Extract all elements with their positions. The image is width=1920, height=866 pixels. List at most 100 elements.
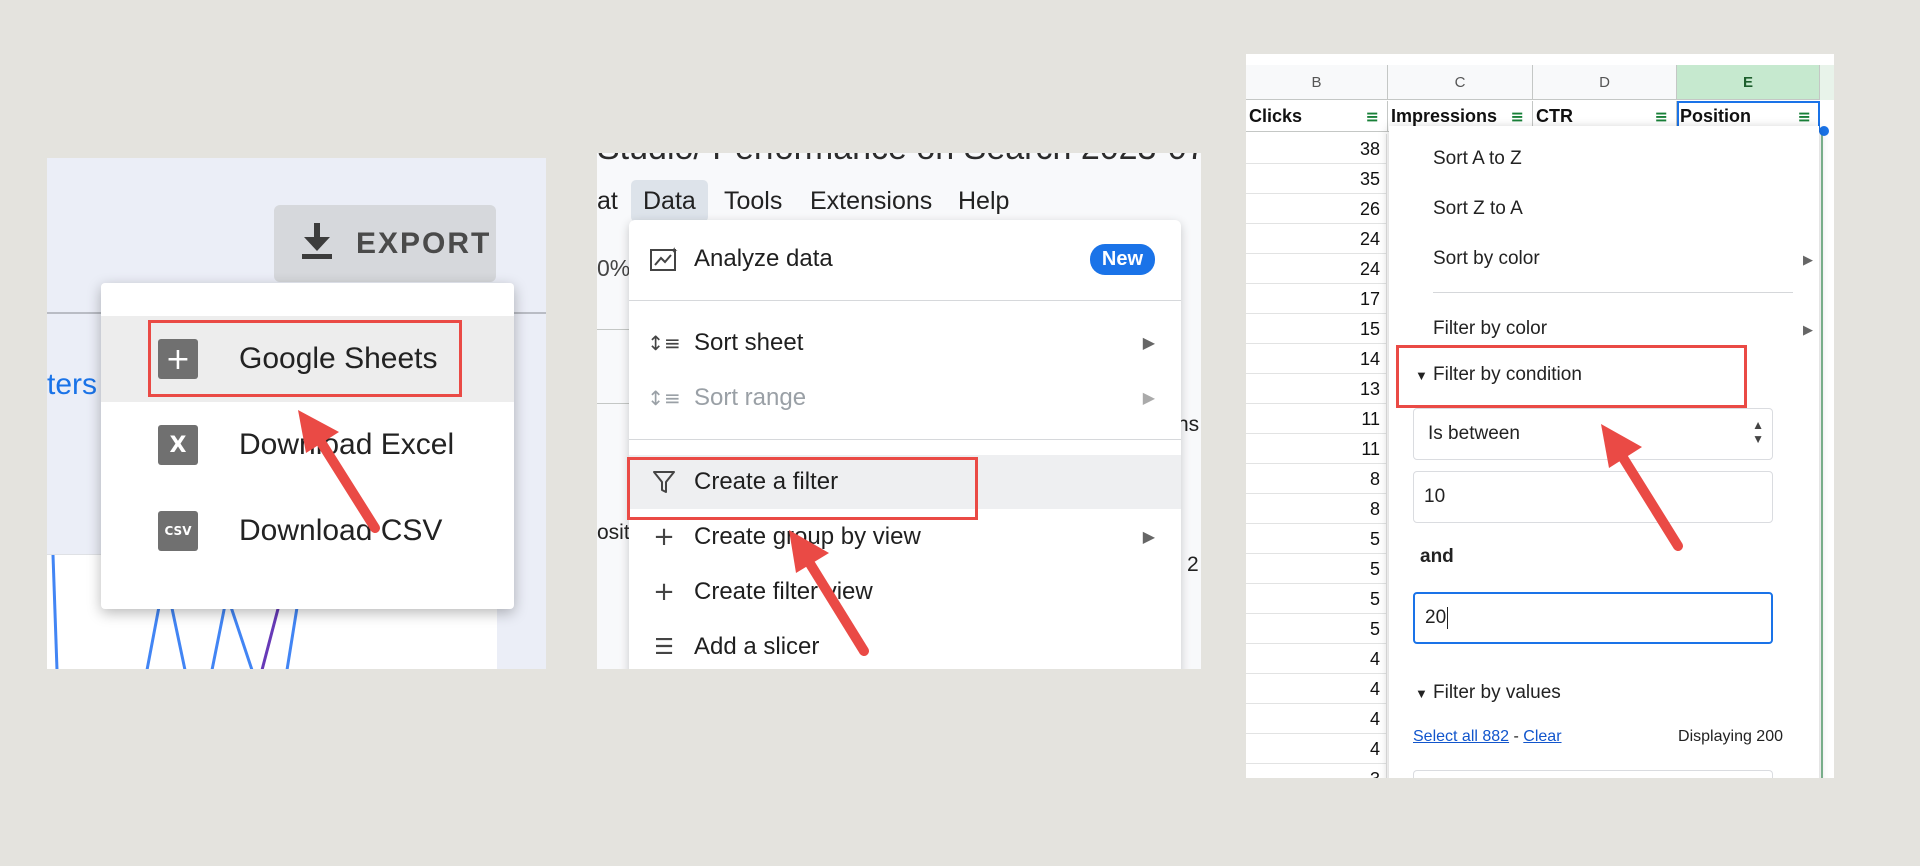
menubar-help[interactable]: Help — [958, 180, 1009, 222]
zoom-level[interactable]: 0% — [597, 255, 630, 282]
table-cell-clicks[interactable]: 24 — [1246, 254, 1387, 284]
filter-menu: Sort A to Z Sort Z to A Sort by color ▶ … — [1389, 126, 1819, 778]
export-menu: + Google Sheets X Download Excel CSV Dow… — [101, 283, 514, 609]
menu-item-label: Add a slicer — [694, 633, 820, 660]
menu-item-label: Download CSV — [239, 514, 443, 547]
table-cell-clicks[interactable]: 4 — [1246, 674, 1387, 704]
menubar-tools[interactable]: Tools — [724, 180, 782, 222]
menu-item-label: Sort sheet — [694, 329, 804, 356]
table-cell-clicks[interactable]: 11 — [1246, 434, 1387, 464]
filter-icon[interactable]: ≡ — [1366, 101, 1379, 132]
condition-select[interactable]: Is between ▲ ▼ — [1413, 408, 1773, 460]
download-icon — [300, 223, 334, 264]
google-sheets-icon: + — [158, 339, 198, 379]
header-filler — [1820, 65, 1834, 100]
table-cell-clicks[interactable]: 3 — [1246, 764, 1387, 778]
table-cell-clicks[interactable]: 26 — [1246, 194, 1387, 224]
menu-item-google-sheets[interactable]: + Google Sheets — [101, 316, 514, 402]
field-label: Clicks — [1249, 106, 1303, 126]
new-badge: New — [1089, 243, 1155, 275]
partial-cell-text: osit — [597, 521, 630, 544]
column-header-d[interactable]: D — [1533, 65, 1677, 100]
field-header-clicks[interactable]: Clicks ≡ — [1246, 101, 1388, 132]
table-cell-clicks[interactable]: 17 — [1246, 284, 1387, 314]
column-header-e[interactable]: E — [1677, 65, 1820, 100]
menubar-format[interactable]: at — [597, 180, 618, 222]
table-cell-clicks[interactable]: 38 — [1246, 134, 1387, 164]
sort-icon: ↕≡ — [647, 386, 681, 410]
field-label: CTR — [1536, 106, 1573, 126]
menu-item-label: Filter by color — [1433, 318, 1548, 339]
data-dropdown-menu: ✦ Analyze data New ↕≡ Sort sheet ▶ ↕≡ So… — [629, 220, 1181, 669]
selection-border — [1821, 134, 1823, 778]
sort-a-to-z[interactable]: Sort A to Z — [1433, 148, 1522, 170]
table-cell-clicks[interactable]: 14 — [1246, 344, 1387, 374]
export-button[interactable]: EXPORT — [274, 205, 496, 282]
csv-icon: CSV — [158, 511, 198, 551]
menu-item-download-excel[interactable]: X Download Excel — [101, 402, 514, 488]
selection-handle[interactable] — [1819, 126, 1829, 136]
column-header-c[interactable]: C — [1388, 65, 1533, 100]
partial-cell-text: 2 — [1187, 553, 1199, 576]
menu-item-sort-range: ↕≡ Sort range ▶ — [629, 371, 1181, 425]
table-cell-clicks[interactable]: 8 — [1246, 494, 1387, 524]
menu-item-create-group-by-view[interactable]: + Create group by view ▶ — [629, 510, 1181, 564]
table-cell-clicks[interactable]: 5 — [1246, 584, 1387, 614]
partial-link-text: ters — [47, 368, 98, 401]
filter-by-color[interactable]: Filter by color ▶ — [1433, 318, 1813, 340]
collapse-triangle-icon[interactable]: ▼ — [1415, 368, 1428, 383]
table-cell-clicks[interactable]: 4 — [1246, 734, 1387, 764]
table-cell-clicks[interactable]: 4 — [1246, 644, 1387, 674]
table-cell-clicks[interactable]: 5 — [1246, 554, 1387, 584]
menubar-data[interactable]: Data — [631, 180, 708, 222]
value-input-2[interactable]: 20 — [1413, 592, 1773, 644]
field-label: Position — [1680, 106, 1751, 126]
grid-line — [597, 329, 631, 330]
menu-item-create-filter[interactable]: Create a filter — [629, 455, 1181, 509]
svg-text:✦: ✦ — [670, 246, 678, 257]
menu-item-create-filter-view[interactable]: + Create filter view — [629, 565, 1181, 619]
table-cell-clicks[interactable]: 15 — [1246, 314, 1387, 344]
sort-by-color[interactable]: Sort by color ▶ — [1433, 248, 1813, 270]
values-search-input[interactable] — [1413, 770, 1773, 778]
excel-icon: X — [158, 425, 198, 465]
column-header-b[interactable]: B — [1246, 65, 1388, 100]
displaying-count: Displaying 200 — [1678, 728, 1783, 745]
menu-item-sort-sheet[interactable]: ↕≡ Sort sheet ▶ — [629, 316, 1181, 370]
filter-by-condition[interactable]: Filter by condition — [1433, 364, 1582, 386]
table-cell-clicks[interactable]: 13 — [1246, 374, 1387, 404]
menu-separator — [1433, 292, 1793, 293]
spreadsheet-filter-panel: B C D E Clicks ≡ Impressions ≡ CTR ≡ Pos… — [1246, 54, 1834, 778]
select-all-link[interactable]: Select all 882 — [1413, 728, 1509, 745]
table-cell-clicks[interactable]: 24 — [1246, 224, 1387, 254]
plus-icon: + — [653, 577, 675, 607]
table-cell-clicks[interactable]: 4 — [1246, 704, 1387, 734]
menu-item-add-slicer[interactable]: ☰ Add a slicer — [629, 620, 1181, 669]
menu-item-analyze-data[interactable]: ✦ Analyze data New — [629, 232, 1181, 286]
data-menu-panel: Studio/ Performance on Search 2023-07- a… — [597, 153, 1201, 669]
table-cell-clicks[interactable]: 8 — [1246, 464, 1387, 494]
collapse-triangle-icon[interactable]: ▼ — [1415, 686, 1428, 701]
export-panel: ters EXPORT + Google Sheets X Download E… — [47, 158, 546, 669]
slicer-icon: ☰ — [654, 634, 674, 660]
select-clear-row: Select all 882 - Clear — [1413, 728, 1562, 746]
menu-item-label: Create filter view — [694, 578, 873, 605]
field-label: Impressions — [1391, 106, 1498, 126]
sort-icon: ↕≡ — [647, 331, 681, 355]
submenu-arrow-icon: ▶ — [1142, 335, 1155, 352]
table-cell-clicks[interactable]: 35 — [1246, 164, 1387, 194]
value-input-1[interactable]: 10 — [1413, 471, 1773, 523]
menu-item-label: Create group by view — [694, 523, 921, 550]
table-cell-clicks[interactable]: 5 — [1246, 614, 1387, 644]
menubar-extensions[interactable]: Extensions — [810, 180, 932, 222]
menu-item-label: Sort by color — [1433, 248, 1540, 269]
menu-item-label: Create a filter — [694, 468, 839, 495]
filter-by-values[interactable]: Filter by values — [1433, 682, 1561, 704]
clear-link[interactable]: Clear — [1523, 728, 1561, 745]
table-cell-clicks[interactable]: 5 — [1246, 524, 1387, 554]
table-cell-clicks[interactable]: 11 — [1246, 404, 1387, 434]
menu-item-download-csv[interactable]: CSV Download CSV — [101, 488, 514, 574]
sort-z-to-a[interactable]: Sort Z to A — [1433, 198, 1523, 220]
input-value: 20 — [1425, 607, 1447, 628]
menu-item-label: Sort range — [694, 384, 807, 411]
